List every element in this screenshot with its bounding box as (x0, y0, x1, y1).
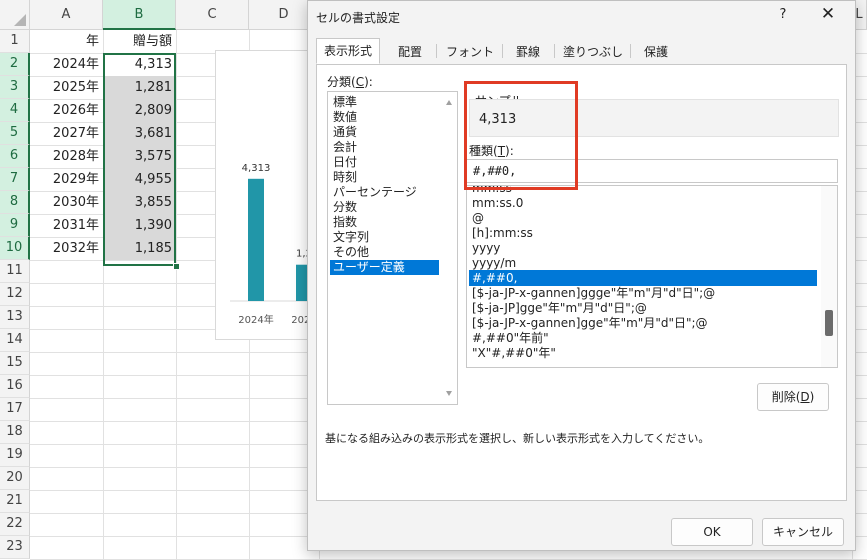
scroll-down-icon[interactable] (446, 391, 452, 396)
category-item[interactable]: 時刻 (330, 170, 439, 185)
format-item[interactable]: @ (469, 210, 817, 226)
year-cell[interactable]: 2028年 (30, 145, 103, 168)
scroll-thumb[interactable] (825, 310, 833, 336)
tab-fill[interactable]: 塗りつぶし (558, 39, 628, 63)
row-header-21[interactable]: 21 (0, 490, 30, 513)
row-header-9[interactable]: 9 (0, 214, 30, 237)
year-cell[interactable]: 2026年 (30, 99, 103, 122)
category-item[interactable]: 通貨 (330, 125, 439, 140)
format-item[interactable]: [$-ja-JP-x-gannen]gge"年"m"月"d"日";@ (469, 315, 817, 331)
format-scrollbar[interactable] (821, 186, 837, 367)
dialog-titlebar[interactable]: セルの書式設定 ? ✕ (308, 1, 855, 33)
row-header-23[interactable]: 23 (0, 536, 30, 559)
column-header-a[interactable]: A (30, 0, 103, 30)
year-cell[interactable]: 2024年 (30, 53, 103, 76)
format-item[interactable]: [h]:mm:ss (469, 225, 817, 241)
category-item[interactable]: 分数 (330, 200, 439, 215)
scroll-up-icon[interactable] (446, 100, 452, 105)
number-format-panel: 分類(C): 標準 数値 通貨 会計 日付 時刻 パーセンテージ 分数 指数 文字列 その他 ユーザー… (316, 64, 847, 501)
year-cell[interactable]: 2029年 (30, 168, 103, 191)
format-item[interactable]: yyyy/m (469, 255, 817, 271)
row-header-10[interactable]: 10 (0, 237, 30, 260)
row-header-4[interactable]: 4 (0, 99, 30, 122)
bar-chart[interactable]: 4,313 2024年 1,2 2025 (215, 50, 315, 340)
category-item[interactable]: 文字列 (330, 230, 439, 245)
column-header-b[interactable]: B (103, 0, 176, 30)
row-header-11[interactable]: 11 (0, 260, 30, 283)
category-scrollbar[interactable] (442, 92, 457, 404)
delete-button[interactable]: 削除(D) (757, 383, 829, 411)
description-text: 基になる組み込みの表示形式を選択し、新しい表示形式を入力してください。 (325, 432, 710, 445)
category-item[interactable]: パーセンテージ (330, 185, 439, 200)
format-cells-dialog: セルの書式設定 ? ✕ 表示形式 配置 フォント 罫線 塗りつぶし 保護 分類(… (307, 0, 856, 551)
highlight-box (464, 81, 578, 190)
format-list[interactable]: mm:ss mm:ss.0 @ [h]:mm:ss yyyy yyyy/m #,##0, [$… (466, 185, 838, 368)
year-cell[interactable]: 2032年 (30, 237, 103, 260)
category-item[interactable]: 数値 (330, 110, 439, 125)
category-item[interactable]: 標準 (330, 95, 439, 110)
format-item[interactable]: [$-ja-JP-x-gannen]ggge"年"m"月"d"日";@ (469, 285, 817, 301)
row-header-1[interactable]: 1 (0, 30, 30, 53)
close-icon[interactable]: ✕ (816, 4, 840, 24)
chart-bar[interactable] (248, 178, 264, 301)
row-header-16[interactable]: 16 (0, 375, 30, 398)
row-header-2[interactable]: 2 (0, 53, 30, 76)
row-header-20[interactable]: 20 (0, 467, 30, 490)
category-item[interactable]: 会計 (330, 140, 439, 155)
row-header-17[interactable]: 17 (0, 398, 30, 421)
format-item[interactable]: #,##0, (469, 270, 817, 286)
selection-border (103, 53, 176, 266)
chart-x-label: 2024年 (238, 313, 273, 326)
row-header-6[interactable]: 6 (0, 145, 30, 168)
year-cell[interactable]: 2031年 (30, 214, 103, 237)
dialog-title: セルの書式設定 (316, 11, 401, 25)
help-button[interactable]: ? (773, 7, 793, 22)
tab-border[interactable]: 罫線 (506, 39, 550, 63)
row-header-19[interactable]: 19 (0, 444, 30, 467)
row-header-22[interactable]: 22 (0, 513, 30, 536)
fill-handle[interactable] (173, 263, 180, 270)
row-header-14[interactable]: 14 (0, 329, 30, 352)
chart-data-label: 4,313 (242, 163, 271, 174)
category-item[interactable]: ユーザー定義 (330, 260, 439, 275)
format-item[interactable]: #,##0"年前" (469, 330, 817, 346)
cell-b1[interactable]: 贈与額 (103, 30, 176, 53)
row-header-3[interactable]: 3 (0, 76, 30, 99)
row-header-18[interactable]: 18 (0, 421, 30, 444)
select-all-corner[interactable] (0, 0, 30, 30)
ok-button[interactable]: OK (671, 518, 753, 546)
category-item[interactable]: その他 (330, 245, 439, 260)
format-item[interactable]: [$-ja-JP]gge"年"m"月"d"日";@ (469, 300, 817, 316)
cancel-button[interactable]: キャンセル (762, 518, 844, 546)
row-header-13[interactable]: 13 (0, 306, 30, 329)
row-header-7[interactable]: 7 (0, 168, 30, 191)
row-header-8[interactable]: 8 (0, 191, 30, 214)
tab-number[interactable]: 表示形式 (316, 38, 380, 64)
chart-plot: 4,3132024年1,22025 (230, 163, 314, 326)
tab-alignment[interactable]: 配置 (388, 39, 432, 63)
category-list[interactable]: 標準 数値 通貨 会計 日付 時刻 パーセンテージ 分数 指数 文字列 その他 ユーザー定義 (327, 91, 458, 405)
format-item[interactable]: yyyy (469, 240, 817, 256)
year-cell[interactable]: 2025年 (30, 76, 103, 99)
category-item[interactable]: 日付 (330, 155, 439, 170)
category-item[interactable]: 指数 (330, 215, 439, 230)
format-item[interactable]: "X"#,##0"年" (469, 345, 817, 361)
category-label: 分類(C): (327, 75, 373, 89)
cell-a1[interactable]: 年 (30, 30, 103, 53)
column-header-c[interactable]: C (176, 0, 249, 30)
row-header-5[interactable]: 5 (0, 122, 30, 145)
tab-protection[interactable]: 保護 (634, 39, 678, 63)
tab-font[interactable]: フォント (440, 39, 500, 63)
row-header-15[interactable]: 15 (0, 352, 30, 375)
row-header-12[interactable]: 12 (0, 283, 30, 306)
year-cell[interactable]: 2027年 (30, 122, 103, 145)
year-cell[interactable]: 2030年 (30, 191, 103, 214)
format-item[interactable]: mm:ss.0 (469, 195, 817, 211)
